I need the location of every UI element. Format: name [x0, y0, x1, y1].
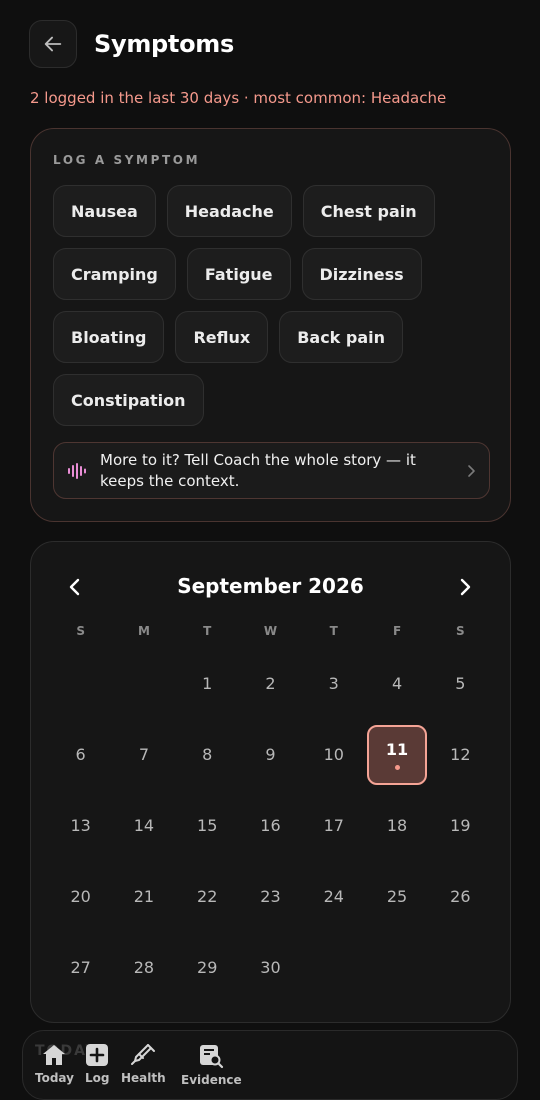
symptom-chips: Nausea Headache Chest pain Cramping Fati…	[53, 185, 493, 426]
weekday-label: W	[263, 624, 278, 638]
nav-label: Health	[121, 1071, 166, 1085]
calendar-day[interactable]: 27	[49, 932, 112, 1003]
calendar-week: 6 7 8 9 10 11 12	[49, 719, 492, 790]
bottom-nav: TODAY Today Log Health Evidence	[22, 1030, 518, 1100]
calendar-day[interactable]: 5	[429, 648, 492, 719]
calendar-day-empty	[302, 932, 365, 1003]
symptom-chip-dizziness[interactable]: Dizziness	[301, 248, 422, 300]
symptom-chip-back-pain[interactable]: Back pain	[279, 311, 404, 363]
page-title: Symptoms	[94, 30, 234, 58]
weekday-header-row: S M T W T F S	[49, 624, 492, 648]
calendar-day[interactable]: 21	[112, 861, 175, 932]
selected-day-number: 11	[385, 739, 409, 759]
calendar-day[interactable]: 17	[302, 790, 365, 861]
symptom-summary: 2 logged in the last 30 days · most comm…	[30, 89, 447, 107]
calendar-week: 13 14 15 16 17 18 19	[49, 790, 492, 861]
calendar-day[interactable]: 1	[176, 648, 239, 719]
header: Symptoms	[29, 19, 234, 69]
tell-coach-button[interactable]: More to it? Tell Coach the whole story —…	[53, 442, 490, 499]
calendar-week: 27 28 29 30	[49, 932, 492, 1003]
calendar-day[interactable]: 9	[239, 719, 302, 790]
syringe-icon	[131, 1044, 156, 1065]
symptom-chip-fatigue[interactable]: Fatigue	[186, 248, 291, 300]
calendar-day[interactable]: 30	[239, 932, 302, 1003]
calendar-day-selected[interactable]: 11	[365, 719, 428, 790]
calendar-day[interactable]: 10	[302, 719, 365, 790]
calendar-day[interactable]: 24	[302, 861, 365, 932]
weekday-label: F	[392, 624, 402, 638]
weekday-label: S	[456, 624, 465, 638]
calendar-day[interactable]: 23	[239, 861, 302, 932]
chevron-right-icon	[460, 578, 471, 596]
calendar-day[interactable]: 6	[49, 719, 112, 790]
symptom-chip-reflux[interactable]: Reflux	[175, 311, 269, 363]
symptom-chip-headache[interactable]: Headache	[166, 185, 292, 237]
calendar-day-empty	[429, 932, 492, 1003]
calendar-day-empty	[112, 648, 175, 719]
calendar-day[interactable]: 2	[239, 648, 302, 719]
calendar-day[interactable]: 22	[176, 861, 239, 932]
calendar-day[interactable]: 19	[429, 790, 492, 861]
symptom-logged-dot	[394, 764, 400, 770]
calendar-day-empty	[49, 648, 112, 719]
back-button[interactable]	[29, 20, 77, 68]
nav-today[interactable]: Today	[35, 1043, 74, 1085]
calendar-day[interactable]: 7	[112, 719, 175, 790]
calendar-day[interactable]: 14	[112, 790, 175, 861]
calendar-day[interactable]: 3	[302, 648, 365, 719]
symptom-chip-cramping[interactable]: Cramping	[53, 248, 176, 300]
calendar-day[interactable]: 16	[239, 790, 302, 861]
home-icon	[43, 1045, 66, 1065]
weekday-label: M	[137, 624, 150, 638]
calendar-day[interactable]: 18	[365, 790, 428, 861]
calendar-day[interactable]: 29	[176, 932, 239, 1003]
chevron-right-icon	[453, 464, 489, 478]
sparkle-waveform-icon	[54, 462, 100, 479]
calendar-week: 20 21 22 23 24 25 26	[49, 861, 492, 932]
calendar-day[interactable]: 20	[49, 861, 112, 932]
calendar-grid: S M T W T F S 1 2 3 4 5 6 7 8 9 10 11 12…	[49, 624, 492, 1003]
nav-health[interactable]: Health	[121, 1043, 166, 1085]
symptom-chip-nausea[interactable]: Nausea	[53, 185, 156, 237]
calendar-card: September 2026 S M T W T F S 1 2 3 4 5 6…	[30, 541, 511, 1023]
nav-evidence[interactable]: Evidence	[181, 1043, 242, 1087]
selected-day-box: 11	[367, 724, 428, 785]
nav-label: Log	[85, 1071, 110, 1085]
calendar-day[interactable]: 28	[112, 932, 175, 1003]
log-symptom-card: LOG A SYMPTOM Nausea Headache Chest pain…	[30, 128, 511, 522]
symptom-chip-chest-pain[interactable]: Chest pain	[302, 185, 435, 237]
calendar-month-title: September 2026	[177, 574, 364, 598]
calendar-day[interactable]: 15	[176, 790, 239, 861]
weekday-label: T	[203, 624, 212, 638]
symptom-chip-constipation[interactable]: Constipation	[53, 374, 204, 426]
calendar-day[interactable]: 25	[365, 861, 428, 932]
calendar-day[interactable]: 4	[365, 648, 428, 719]
plus-square-icon	[86, 1044, 109, 1066]
nav-label: Today	[35, 1071, 74, 1085]
calendar-day[interactable]: 26	[429, 861, 492, 932]
coach-prompt-text: More to it? Tell Coach the whole story —…	[100, 450, 416, 490]
weekday-label: S	[76, 624, 85, 638]
calendar-day[interactable]: 13	[49, 790, 112, 861]
nav-label: Evidence	[181, 1073, 242, 1087]
document-search-icon	[200, 1045, 224, 1069]
calendar-day[interactable]: 12	[429, 719, 492, 790]
calendar-day-empty	[365, 932, 428, 1003]
calendar-day[interactable]: 8	[176, 719, 239, 790]
weekday-label: T	[329, 624, 338, 638]
calendar-week: 1 2 3 4 5	[49, 648, 492, 719]
arrow-left-icon	[44, 36, 62, 52]
section-label: LOG A SYMPTOM	[53, 153, 201, 167]
nav-log[interactable]: Log	[85, 1043, 109, 1085]
symptom-chip-bloating[interactable]: Bloating	[53, 311, 165, 363]
next-month-button[interactable]	[450, 572, 480, 602]
